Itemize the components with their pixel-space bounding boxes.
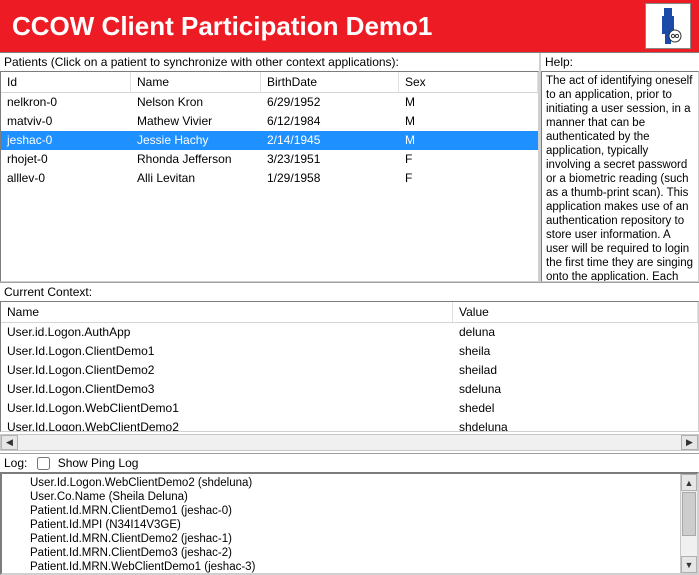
- context-hscrollbar[interactable]: ◀ ▶: [0, 434, 699, 451]
- table-row[interactable]: rhojet-0Rhonda Jefferson3/23/1951F: [1, 150, 538, 169]
- table-row[interactable]: User.Id.Logon.WebClientDemo2shdeluna: [1, 418, 698, 431]
- context-col-value[interactable]: Value: [453, 302, 698, 322]
- table-cell: deluna: [453, 323, 698, 342]
- context-section: Current Context: Name Value User.id.Logo…: [0, 282, 699, 453]
- table-cell: Mathew Vivier: [131, 112, 261, 131]
- table-cell: shedel: [453, 399, 698, 418]
- show-ping-log-label: Show Ping Log: [58, 456, 139, 470]
- table-cell: F: [399, 150, 538, 169]
- log-section: Log: Show Ping Log User.Id.Logon.WebClie…: [0, 453, 699, 575]
- app-title: CCOW Client Participation Demo1: [12, 11, 432, 42]
- log-vscrollbar[interactable]: ▲ ▼: [680, 474, 697, 573]
- scroll-thumb[interactable]: [682, 492, 696, 536]
- patients-col-id[interactable]: Id: [1, 72, 131, 92]
- patients-col-birth[interactable]: BirthDate: [261, 72, 399, 92]
- table-cell: 3/23/1951: [261, 150, 399, 169]
- app-logo-icon: [645, 3, 691, 49]
- scroll-right-icon[interactable]: ▶: [681, 435, 698, 450]
- show-ping-log-checkbox[interactable]: Show Ping Log: [37, 456, 138, 470]
- table-row[interactable]: User.Id.Logon.ClientDemo1sheila: [1, 342, 698, 361]
- table-cell: 2/14/1945: [261, 131, 399, 150]
- context-col-name[interactable]: Name: [1, 302, 453, 322]
- table-cell: Jessie Hachy: [131, 131, 261, 150]
- table-cell: Rhonda Jefferson: [131, 150, 261, 169]
- patients-section: Patients (Click on a patient to synchron…: [0, 53, 541, 282]
- table-cell: shdeluna: [453, 418, 698, 431]
- table-cell: User.Id.Logon.ClientDemo2: [1, 361, 453, 380]
- patients-label: Patients (Click on a patient to synchron…: [0, 53, 539, 71]
- table-cell: M: [399, 112, 538, 131]
- table-cell: sheilad: [453, 361, 698, 380]
- table-cell: jeshac-0: [1, 131, 131, 150]
- scroll-up-icon[interactable]: ▲: [681, 474, 697, 491]
- context-grid-header: Name Value: [1, 302, 698, 323]
- title-bar: CCOW Client Participation Demo1: [0, 0, 699, 52]
- table-cell: matviv-0: [1, 112, 131, 131]
- table-cell: alllev-0: [1, 169, 131, 188]
- table-cell: 6/29/1952: [261, 93, 399, 112]
- table-row[interactable]: User.Id.Logon.WebClientDemo1shedel: [1, 399, 698, 418]
- help-label: Help:: [541, 53, 699, 71]
- patients-col-name[interactable]: Name: [131, 72, 261, 92]
- patients-grid[interactable]: Id Name BirthDate Sex nelkron-0Nelson Kr…: [0, 71, 539, 282]
- table-cell: User.Id.Logon.WebClientDemo1: [1, 399, 453, 418]
- table-cell: User.Id.Logon.WebClientDemo2: [1, 418, 453, 431]
- context-grid-body: User.id.Logon.AuthAppdelunaUser.Id.Logon…: [1, 323, 698, 431]
- log-box[interactable]: User.Id.Logon.WebClientDemo2 (shdeluna) …: [0, 472, 699, 575]
- log-label: Log:: [4, 456, 27, 470]
- help-text: The act of identifying oneself to an app…: [541, 71, 699, 282]
- context-label: Current Context:: [0, 283, 699, 301]
- table-row[interactable]: alllev-0Alli Levitan1/29/1958F: [1, 169, 538, 188]
- table-cell: User.Id.Logon.ClientDemo1: [1, 342, 453, 361]
- context-grid[interactable]: Name Value User.id.Logon.AuthAppdelunaUs…: [0, 301, 699, 432]
- patients-grid-header: Id Name BirthDate Sex: [1, 72, 538, 93]
- table-cell: sheila: [453, 342, 698, 361]
- table-row[interactable]: User.Id.Logon.ClientDemo2sheilad: [1, 361, 698, 380]
- show-ping-log-input[interactable]: [37, 457, 50, 470]
- table-row[interactable]: User.Id.Logon.ClientDemo3sdeluna: [1, 380, 698, 399]
- table-cell: User.Id.Logon.ClientDemo3: [1, 380, 453, 399]
- table-cell: M: [399, 131, 538, 150]
- table-cell: Alli Levitan: [131, 169, 261, 188]
- table-cell: 6/12/1984: [261, 112, 399, 131]
- table-row[interactable]: User.id.Logon.AuthAppdeluna: [1, 323, 698, 342]
- scroll-down-icon[interactable]: ▼: [681, 556, 697, 573]
- table-cell: F: [399, 169, 538, 188]
- table-cell: sdeluna: [453, 380, 698, 399]
- table-cell: User.id.Logon.AuthApp: [1, 323, 453, 342]
- upper-pane: Patients (Click on a patient to synchron…: [0, 52, 699, 282]
- patients-grid-body: nelkron-0Nelson Kron6/29/1952Mmatviv-0Ma…: [1, 93, 538, 188]
- table-cell: rhojet-0: [1, 150, 131, 169]
- scroll-left-icon[interactable]: ◀: [1, 435, 18, 450]
- table-cell: 1/29/1958: [261, 169, 399, 188]
- log-header: Log: Show Ping Log: [0, 454, 699, 472]
- table-row[interactable]: jeshac-0Jessie Hachy2/14/1945M: [1, 131, 538, 150]
- table-cell: nelkron-0: [1, 93, 131, 112]
- app-window: CCOW Client Participation Demo1 Patients…: [0, 0, 699, 575]
- table-cell: Nelson Kron: [131, 93, 261, 112]
- help-section: Help: The act of identifying oneself to …: [541, 53, 699, 282]
- table-cell: M: [399, 93, 538, 112]
- patients-col-sex[interactable]: Sex: [399, 72, 538, 92]
- log-content: User.Id.Logon.WebClientDemo2 (shdeluna) …: [2, 474, 697, 575]
- table-row[interactable]: nelkron-0Nelson Kron6/29/1952M: [1, 93, 538, 112]
- table-row[interactable]: matviv-0Mathew Vivier6/12/1984M: [1, 112, 538, 131]
